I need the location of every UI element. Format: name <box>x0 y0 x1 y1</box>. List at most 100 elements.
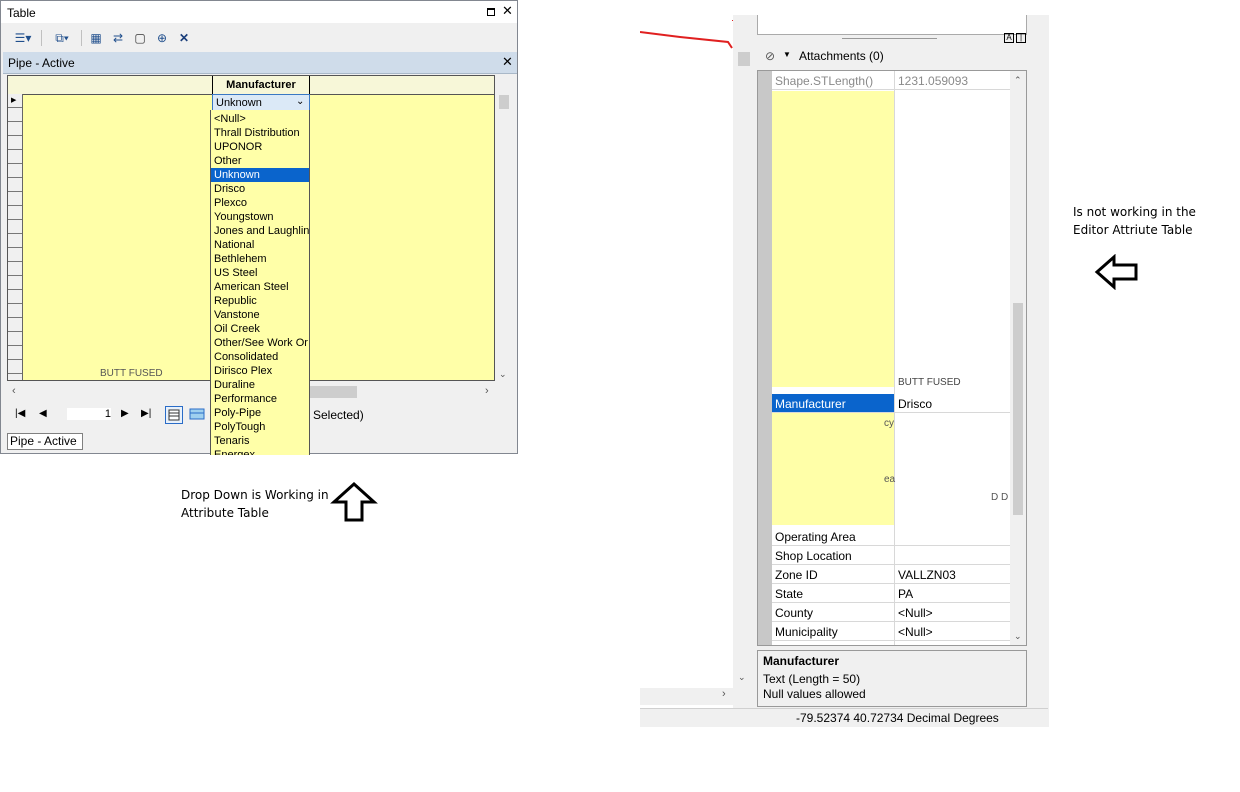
record-number-input[interactable]: 1 <box>67 408 111 420</box>
row-selector[interactable] <box>8 206 22 220</box>
sort-alphabetical-icon[interactable]: A <box>1004 33 1014 43</box>
manufacturer-dropdown-list[interactable]: <Null> Thrall Distribution UPONOR Other Unkn… <box>210 110 310 455</box>
row-selector[interactable] <box>8 164 22 178</box>
row-selector[interactable] <box>8 290 22 304</box>
dropdown-option[interactable]: Poly-Pipe <box>211 406 309 420</box>
row-selector[interactable] <box>8 234 22 248</box>
attr-row-manufacturer[interactable]: Manufacturer Drisco <box>772 394 1010 413</box>
attr-row-county[interactable]: County <Null> <box>772 603 1010 622</box>
expand-arrow-icon[interactable]: ▼ <box>783 50 791 59</box>
dropdown-option[interactable]: Bethlehem <box>211 252 309 266</box>
dropdown-option[interactable]: Other <box>211 154 309 168</box>
dropdown-option[interactable]: Jones and Laughlin <box>211 224 309 238</box>
row-selector[interactable] <box>8 108 22 122</box>
manufacturer-combo[interactable]: Unknown ⌄ <box>212 94 310 111</box>
row-selector[interactable] <box>8 150 22 164</box>
dropdown-option[interactable]: Youngstown <box>211 210 309 224</box>
row-selector[interactable] <box>8 318 22 332</box>
select-by-attributes-icon[interactable]: ▦ <box>87 29 105 47</box>
map-feature-line[interactable] <box>640 20 740 50</box>
scroll-thumb[interactable] <box>309 386 357 398</box>
dropdown-option[interactable]: Other/See Work Or <box>211 336 309 350</box>
zoom-to-selected-icon[interactable]: ⊕ <box>153 29 171 47</box>
last-record-icon[interactable]: ▶| <box>141 408 151 419</box>
paperclip-icon: ⊘ <box>765 49 776 63</box>
show-all-records-icon[interactable] <box>165 406 183 424</box>
vertical-scrollbar[interactable]: ⌄ <box>495 93 513 381</box>
row-selector[interactable] <box>8 136 22 150</box>
caption-not-working: Is not working in the Editor Attriute Ta… <box>1073 205 1196 237</box>
previous-record-icon[interactable]: ◀ <box>39 408 47 419</box>
chevron-down-icon[interactable]: ⌄ <box>499 369 507 380</box>
row-selector[interactable] <box>8 304 22 318</box>
next-record-icon[interactable]: ▶ <box>121 408 129 419</box>
attr-row-shape-length[interactable]: Shape.STLength() 1231.059093 <box>772 71 1010 90</box>
row-selector[interactable] <box>8 220 22 234</box>
dropdown-option[interactable]: Duraline <box>211 378 309 392</box>
show-selected-records-icon[interactable] <box>189 407 205 421</box>
vertical-scrollbar[interactable] <box>736 30 750 690</box>
dropdown-option[interactable]: Energex <box>211 448 309 455</box>
scroll-thumb[interactable] <box>738 52 750 66</box>
scroll-thumb[interactable] <box>1013 303 1023 515</box>
dropdown-option[interactable]: Tenaris <box>211 434 309 448</box>
row-selector[interactable] <box>8 276 22 290</box>
dropdown-option[interactable]: Performance <box>211 392 309 406</box>
switch-selection-icon[interactable]: ⇄ <box>109 29 127 47</box>
attr-row-zone-id[interactable]: Zone ID VALLZN03 <box>772 565 1010 584</box>
row-selector[interactable] <box>8 178 22 192</box>
splitter[interactable] <box>842 38 937 39</box>
categorized-view-icon[interactable]: | <box>1016 33 1026 43</box>
dropdown-option[interactable]: UPONOR <box>211 140 309 154</box>
delete-selected-icon[interactable]: ✕ <box>175 29 193 47</box>
dropdown-option[interactable]: Plexco <box>211 196 309 210</box>
dropdown-option[interactable]: Vanstone <box>211 308 309 322</box>
table-options-icon[interactable]: ☰▾ <box>9 29 37 47</box>
close-icon[interactable]: ✕ <box>502 54 513 70</box>
chevron-left-icon[interactable]: ‹ <box>12 385 16 397</box>
column-header-manufacturer[interactable]: Manufacturer <box>212 76 310 94</box>
chevron-up-icon[interactable]: ⌃ <box>1014 75 1022 86</box>
dropdown-option[interactable]: National <box>211 238 309 252</box>
dropdown-option[interactable]: Consolidated <box>211 350 309 364</box>
table-tab-pipe-active[interactable]: Pipe - Active <box>7 433 83 450</box>
related-tables-icon[interactable]: ⧉▾ <box>47 29 77 47</box>
attachments-row[interactable]: ⊘ ▼ Attachments (0) <box>757 46 1027 66</box>
row-selector[interactable] <box>8 360 22 374</box>
row-selector[interactable] <box>8 122 22 136</box>
dropdown-option[interactable]: Unknown <box>211 168 309 182</box>
row-selector[interactable] <box>8 346 22 360</box>
chevron-down-icon[interactable]: ⌄ <box>738 672 746 683</box>
row-selector[interactable] <box>8 192 22 206</box>
row-selector-current[interactable]: ▶ <box>8 94 22 108</box>
chevron-down-icon[interactable]: ⌄ <box>296 96 304 107</box>
chevron-down-icon[interactable]: ⌄ <box>1014 631 1022 642</box>
maximize-icon[interactable] <box>487 8 495 16</box>
row-selector[interactable] <box>8 262 22 276</box>
clear-selection-icon[interactable]: ▢ <box>131 29 149 47</box>
close-icon[interactable]: ✕ <box>502 4 513 17</box>
dropdown-option[interactable]: Oil Creek <box>211 322 309 336</box>
dropdown-option[interactable]: Thrall Distribution <box>211 126 309 140</box>
attr-row-operating-area[interactable]: Operating Area <box>772 527 1010 546</box>
vertical-scrollbar[interactable]: ⌃ ⌄ <box>1010 71 1026 645</box>
dropdown-option[interactable]: <Null> <box>211 112 309 126</box>
scroll-thumb[interactable] <box>499 95 509 109</box>
chevron-right-icon[interactable]: › <box>485 385 489 397</box>
dropdown-option[interactable]: Republic <box>211 294 309 308</box>
chevron-right-icon[interactable]: › <box>722 688 726 700</box>
first-record-icon[interactable]: |◀ <box>15 408 25 419</box>
row-selector[interactable] <box>8 248 22 262</box>
attr-row-shop-location[interactable]: Shop Location <box>772 546 1010 565</box>
attr-row-state[interactable]: State PA <box>772 584 1010 603</box>
feature-tree-box[interactable] <box>757 15 1027 35</box>
dropdown-option[interactable]: Drisco <box>211 182 309 196</box>
row-selector[interactable] <box>8 332 22 346</box>
dropdown-option[interactable]: American Steel <box>211 280 309 294</box>
attr-row-municipality[interactable]: Municipality <Null> <box>772 622 1010 641</box>
dropdown-option[interactable]: US Steel <box>211 266 309 280</box>
manufacturer-edit-field[interactable]: Drisco <box>898 397 932 411</box>
horizontal-scrollbar[interactable] <box>640 688 750 705</box>
dropdown-option[interactable]: Dirisco Plex <box>211 364 309 378</box>
dropdown-option[interactable]: PolyTough <box>211 420 309 434</box>
